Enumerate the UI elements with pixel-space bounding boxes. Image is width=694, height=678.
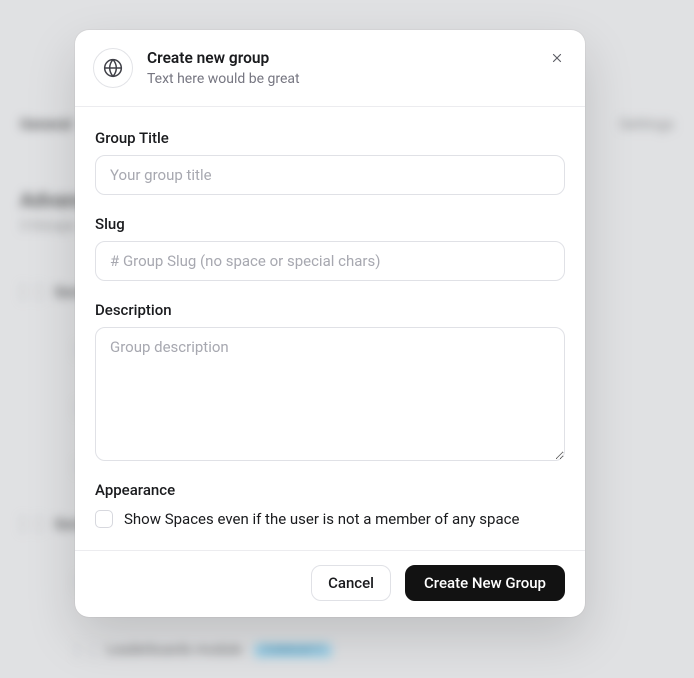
group-title-field: Group Title bbox=[95, 129, 565, 195]
modal-body: Group Title Slug Description Appearance … bbox=[75, 107, 585, 550]
description-label: Description bbox=[95, 301, 565, 319]
modal-footer: Cancel Create New Group bbox=[75, 550, 585, 617]
create-group-button[interactable]: Create New Group bbox=[405, 565, 565, 601]
globe-icon bbox=[93, 48, 133, 88]
slug-label: Slug bbox=[95, 215, 565, 233]
show-spaces-label: Show Spaces even if the user is not a me… bbox=[124, 510, 519, 528]
header-text: Create new group Text here would be grea… bbox=[147, 48, 300, 87]
slug-input[interactable] bbox=[95, 241, 565, 281]
description-field: Description bbox=[95, 301, 565, 461]
appearance-label: Appearance bbox=[95, 481, 565, 499]
appearance-field: Appearance Show Spaces even if the user … bbox=[95, 481, 565, 528]
modal-subtitle: Text here would be great bbox=[147, 71, 300, 87]
description-input[interactable] bbox=[95, 327, 565, 461]
modal-header: Create new group Text here would be grea… bbox=[75, 30, 585, 107]
show-spaces-checkbox[interactable] bbox=[95, 510, 113, 528]
close-button[interactable] bbox=[545, 46, 569, 70]
group-title-input[interactable] bbox=[95, 155, 565, 195]
slug-field: Slug bbox=[95, 215, 565, 281]
cancel-button[interactable]: Cancel bbox=[311, 565, 391, 601]
close-icon bbox=[550, 51, 564, 65]
appearance-checkbox-row: Show Spaces even if the user is not a me… bbox=[95, 510, 565, 528]
modal-title: Create new group bbox=[147, 48, 300, 69]
create-group-modal: Create new group Text here would be grea… bbox=[75, 30, 585, 617]
group-title-label: Group Title bbox=[95, 129, 565, 147]
